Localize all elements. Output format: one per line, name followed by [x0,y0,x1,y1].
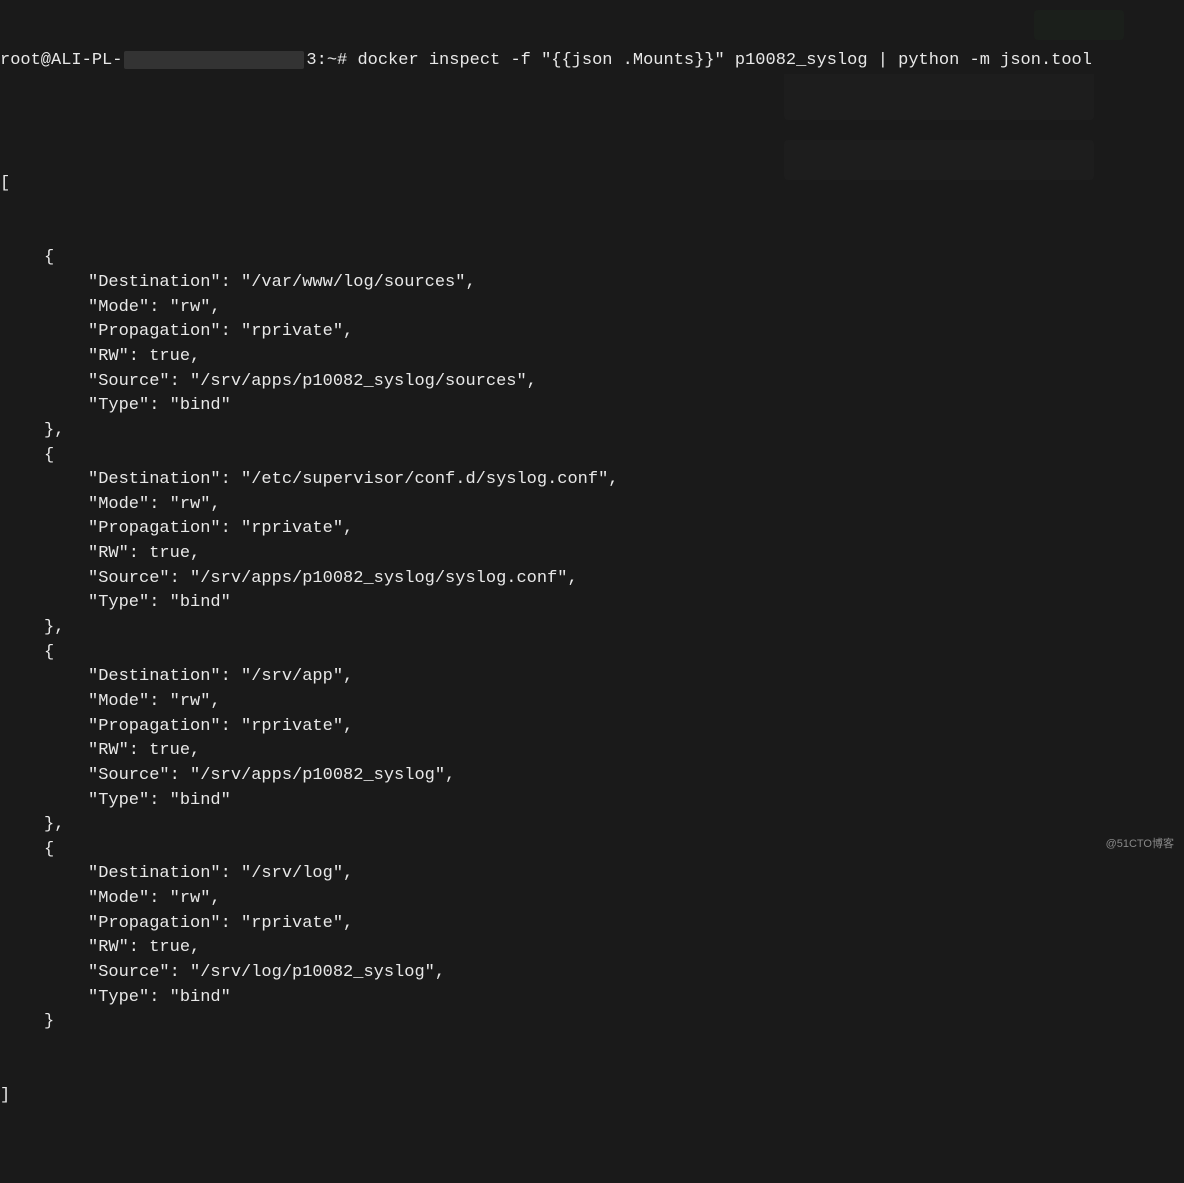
json-kv: "Type": "bind" [0,789,1184,814]
prompt-suffix: 3:~# [306,49,357,74]
json-kv: "Propagation": "rprivate", [0,320,1184,345]
json-kv: "Destination": "/srv/log", [0,862,1184,887]
json-object-close: }, [0,419,1184,444]
json-close-bracket: ] [0,1084,1184,1109]
json-object-close: } [0,1010,1184,1035]
json-kv: "Type": "bind" [0,591,1184,616]
json-kv: "Mode": "rw", [0,887,1184,912]
json-kv: "Propagation": "rprivate", [0,517,1184,542]
redacted-hostname [124,51,304,69]
terminal-window[interactable]: root@ALI-PL- 3:~# docker inspect -f "{{js… [0,0,1184,1183]
prompt-line: root@ALI-PL- 3:~# docker inspect -f "{{js… [0,49,1184,74]
json-object-open: { [0,246,1184,271]
prompt-user: root@ALI-PL- [0,49,122,74]
json-kv: "Type": "bind" [0,986,1184,1011]
json-object-close: }, [0,813,1184,838]
json-open-bracket: [ [0,172,1184,197]
json-kv: "Mode": "rw", [0,493,1184,518]
json-kv: "Mode": "rw", [0,296,1184,321]
json-kv: "Destination": "/etc/supervisor/conf.d/s… [0,468,1184,493]
json-kv: "Source": "/srv/apps/p10082_syslog/syslo… [0,567,1184,592]
json-kv: "RW": true, [0,739,1184,764]
json-output: [ {"Destination": "/var/www/log/sources"… [0,123,1184,1158]
json-kv: "RW": true, [0,345,1184,370]
json-object-open: { [0,444,1184,469]
json-kv: "RW": true, [0,542,1184,567]
json-kv: "Destination": "/var/www/log/sources", [0,271,1184,296]
json-kv: "Destination": "/srv/app", [0,665,1184,690]
json-object-close: }, [0,616,1184,641]
command-text: docker inspect -f "{{json .Mounts}}" p10… [357,49,1092,74]
json-kv: "Mode": "rw", [0,690,1184,715]
json-kv: "Type": "bind" [0,394,1184,419]
json-object-open: { [0,641,1184,666]
json-kv: "Source": "/srv/log/p10082_syslog", [0,961,1184,986]
json-kv: "RW": true, [0,936,1184,961]
watermark-text: @51CTO博客 [1106,837,1174,853]
json-kv: "Propagation": "rprivate", [0,912,1184,937]
json-kv: "Propagation": "rprivate", [0,715,1184,740]
json-kv: "Source": "/srv/apps/p10082_syslog", [0,764,1184,789]
json-kv: "Source": "/srv/apps/p10082_syslog/sourc… [0,370,1184,395]
